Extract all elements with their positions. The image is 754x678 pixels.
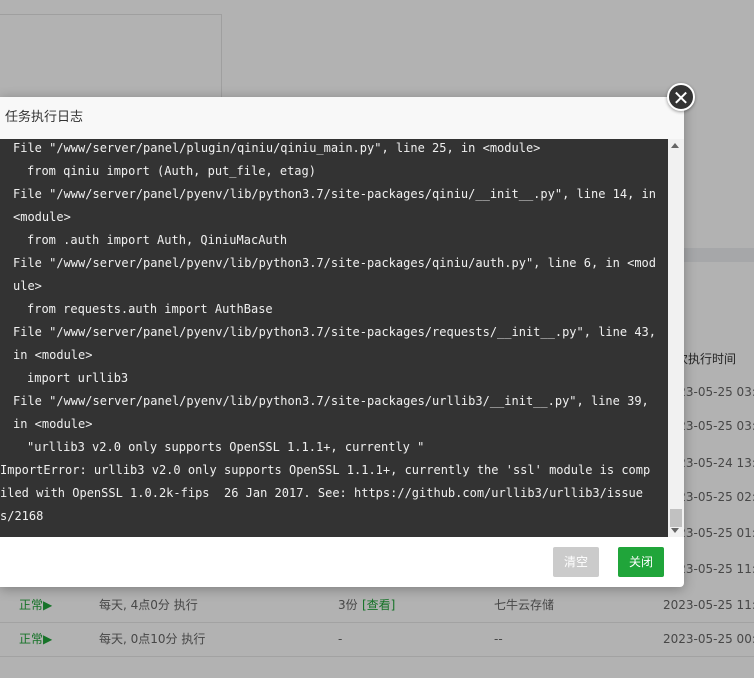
scroll-up-arrow-icon[interactable] xyxy=(671,143,679,148)
scroll-thumb[interactable] xyxy=(670,509,682,527)
log-line: "urllib3 v2.0 only supports OpenSSL 1.1.… xyxy=(27,440,425,454)
log-line: from .auth import Auth, QiniuMacAuth xyxy=(27,233,288,247)
task-log-dialog: 任务执行日志 File "/www/server/panel/plugin/qi… xyxy=(0,97,684,587)
log-line: File "/www/server/panel/pyenv/lib/python… xyxy=(13,394,656,431)
log-text: File "/www/server/panel/plugin/qiniu/qin… xyxy=(0,139,656,528)
log-line: File "/www/server/panel/pyenv/lib/python… xyxy=(13,256,656,293)
close-button[interactable]: 关闭 xyxy=(618,547,664,577)
log-output[interactable]: File "/www/server/panel/plugin/qiniu/qin… xyxy=(0,139,668,537)
log-line: File "/www/server/panel/plugin/qiniu/qin… xyxy=(13,141,541,155)
log-line: import urllib3 xyxy=(27,371,129,385)
log-line: File "/www/server/panel/pyenv/lib/python… xyxy=(13,325,664,362)
dialog-title: 任务执行日志 xyxy=(5,110,84,125)
log-line: ImportError: urllib3 v2.0 only supports … xyxy=(0,463,651,523)
scroll-down-arrow-icon[interactable] xyxy=(671,528,679,533)
clear-button[interactable]: 清空 xyxy=(553,547,599,577)
dialog-header: 任务执行日志 xyxy=(0,97,684,140)
log-line: from requests.auth import AuthBase xyxy=(27,302,273,316)
close-icon[interactable]: ✕ xyxy=(667,83,695,111)
log-scrollbar[interactable] xyxy=(668,139,684,537)
log-line: from qiniu import (Auth, put_file, etag) xyxy=(27,164,316,178)
log-line: File "/www/server/panel/pyenv/lib/python… xyxy=(13,187,664,224)
